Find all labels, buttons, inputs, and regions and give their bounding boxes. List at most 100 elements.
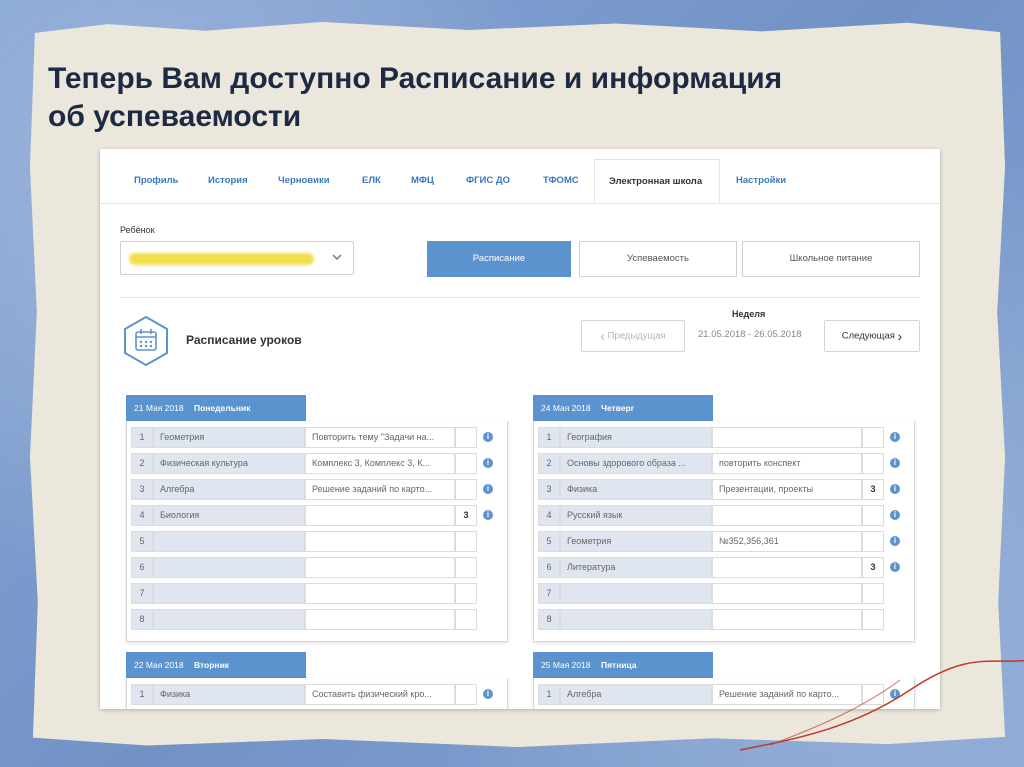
tab-settings[interactable]: Настройки [736,159,786,203]
lesson-homework[interactable] [305,609,455,630]
lesson-row: 5 Геометрия №352,356,361 i [534,529,914,555]
day-card: 22 Мая 2018 Вторник 1 Физика Составить физ… [126,652,508,709]
lesson-number: 1 [131,427,153,448]
lesson-grade [455,583,477,604]
lesson-homework[interactable] [712,609,862,630]
info-icon[interactable]: i [890,484,900,494]
segment-schedule[interactable]: Расписание [427,241,571,277]
lesson-homework[interactable] [305,531,455,552]
lesson-number: 5 [538,531,560,552]
info-icon[interactable]: i [483,510,493,520]
day-date: 25 Мая 2018 [541,660,591,670]
tab-fgis[interactable]: ФГИС ДО [466,159,510,203]
lesson-subject [153,557,305,578]
lesson-list: 1 Геометрия Повторить тему "Задачи на... i … [126,421,508,642]
tab-drafts[interactable]: Черновики [278,159,330,203]
lesson-subject [153,531,305,552]
lesson-number: 7 [538,583,560,604]
week-label: Неделя [732,309,766,319]
info-icon[interactable]: i [483,689,493,699]
lesson-number: 4 [131,505,153,526]
day-name: Пятница [600,660,637,670]
lesson-subject: Биология [153,505,305,526]
lesson-row: 8 [127,607,507,633]
tab-history[interactable]: История [208,159,248,203]
lesson-grade [862,453,884,474]
lesson-number: 2 [538,453,560,474]
lesson-row: 8 [534,607,914,633]
lesson-row: 7 [127,581,507,607]
info-icon[interactable]: i [890,536,900,546]
next-week-button[interactable]: Следующая › [824,320,920,352]
lesson-grade [455,479,477,500]
lesson-homework[interactable] [712,583,862,604]
lesson-homework[interactable] [305,583,455,604]
lesson-list: 1 Физика Составить физический кро... i [126,678,508,709]
lesson-number: 1 [538,684,560,705]
lesson-grade [455,557,477,578]
info-icon[interactable]: i [890,432,900,442]
lesson-homework[interactable] [712,427,862,448]
info-icon[interactable]: i [890,510,900,520]
lesson-homework[interactable]: Составить физический кро... [305,684,455,705]
lesson-grade [455,531,477,552]
lesson-subject: Алгебра [560,684,712,705]
lesson-number: 1 [538,427,560,448]
info-icon[interactable]: i [483,458,493,468]
lesson-homework[interactable] [712,557,862,578]
tab-tfoms[interactable]: ТФОМС [543,159,579,203]
lesson-subject [153,609,305,630]
lesson-homework[interactable]: Презентации, проекты [712,479,862,500]
lesson-row: 4 Русский язык i [534,503,914,529]
schedule-title: Расписание уроков [186,333,302,347]
info-icon[interactable]: i [890,689,900,699]
day-header: 22 Мая 2018 Вторник [126,652,306,678]
lesson-row: 6 [127,555,507,581]
lesson-grade [862,684,884,705]
child-select[interactable] [120,241,354,275]
chevron-left-icon: ‹ [600,328,605,344]
tab-elk[interactable]: ЕЛК [362,159,381,203]
lesson-grade [862,505,884,526]
lesson-grade [862,531,884,552]
previous-week-label: Предыдущая [607,330,666,342]
info-icon[interactable]: i [483,432,493,442]
lesson-number: 7 [131,583,153,604]
day-date: 24 Мая 2018 [541,403,591,413]
lesson-subject: Русский язык [560,505,712,526]
info-icon[interactable]: i [483,484,493,494]
lesson-subject: Физика [153,684,305,705]
day-name: Вторник [193,660,230,670]
lesson-homework[interactable]: повторить конспект [712,453,862,474]
lesson-homework[interactable] [305,557,455,578]
lesson-row: 3 Физика Презентации, проекты 3 i [534,477,914,503]
lesson-homework[interactable] [305,505,455,526]
lesson-homework[interactable]: Решение заданий по карто... [305,479,455,500]
lesson-row: 1 Физика Составить физический кро... i [127,682,507,708]
tab-bar: Профиль История Черновики ЕЛК МФЦ ФГИС Д… [100,159,940,204]
tab-profile[interactable]: Профиль [134,159,178,203]
lesson-homework[interactable]: Решение заданий по карто... [712,684,862,705]
lesson-row: 1 География i [534,425,914,451]
tab-mfc[interactable]: МФЦ [411,159,434,203]
lesson-row: 5 [127,529,507,555]
segment-school-meals[interactable]: Школьное питание [742,241,920,277]
lesson-homework[interactable] [712,505,862,526]
info-icon[interactable]: i [890,562,900,572]
lesson-number: 6 [538,557,560,578]
lesson-number: 5 [131,531,153,552]
day-name: Четверг [600,403,635,413]
day-header: 21 Мая 2018 Понедельник [126,395,306,421]
previous-week-button[interactable]: ‹ Предыдущая [581,320,685,352]
segment-performance[interactable]: Успеваемость [579,241,737,277]
tab-electronic-school[interactable]: Электронная школа [594,159,720,203]
info-icon[interactable]: i [890,458,900,468]
day-card: 24 Мая 2018 Четверг 1 География i 2 Основы … [533,395,915,642]
lesson-grade [455,684,477,705]
lesson-homework[interactable]: Повторить тему "Задачи на... [305,427,455,448]
lesson-homework[interactable]: Комплекс 3, Комплекс 3, К... [305,453,455,474]
lesson-homework[interactable]: №352,356,361 [712,531,862,552]
next-week-label: Следующая [841,330,895,342]
child-label: Ребёнок [120,225,155,235]
lesson-row: 1 Алгебра Решение заданий по карто... i [534,682,914,708]
